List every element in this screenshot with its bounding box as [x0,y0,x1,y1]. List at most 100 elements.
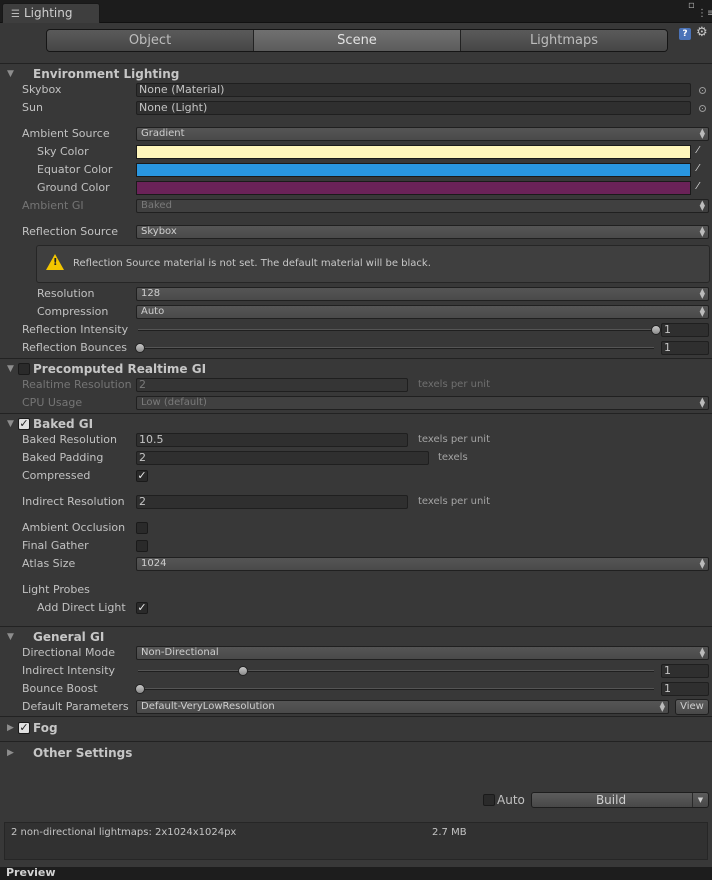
lightmap-status-box: 2 non-directional lightmaps: 2x1024x1024… [4,822,708,860]
dropdown-arrows-icon: ▲ ▼ [659,700,665,713]
tab-object[interactable]: Object [47,30,254,51]
compression-dropdown[interactable]: Auto ▲ ▼ [136,305,709,319]
baked-gi-header[interactable]: Baked GI [33,417,93,431]
realtime-gi-header[interactable]: Precomputed Realtime GI [33,362,206,376]
build-options-dropdown-icon[interactable]: ▼ [692,793,708,807]
lightmaps-size: 2.7 MB [432,827,467,838]
bounce-boost-slider[interactable] [138,688,654,690]
baked-resolution-label: Baked Resolution [22,433,117,446]
warning-icon: ! [46,254,64,270]
warning-helpbox: ! Reflection Source material is not set.… [36,245,710,283]
ambient-occlusion-checkbox[interactable] [136,522,148,534]
atlas-size-dropdown[interactable]: 1024 ▲ ▼ [136,557,709,571]
texels-per-unit-label: texels per unit [418,434,490,445]
reflection-bounces-input[interactable]: 1 [661,341,709,355]
warning-text: Reflection Source material is not set. T… [73,258,431,269]
gear-icon[interactable]: ⚙ [696,26,708,40]
baked-padding-input[interactable]: 2 [136,451,429,465]
other-settings-header[interactable]: Other Settings [33,746,132,760]
dropdown-arrows-icon: ▲ ▼ [699,287,705,300]
collapse-triangle-icon[interactable]: ▼ [7,67,14,81]
dropdown-arrows-icon: ▲ ▼ [699,305,705,318]
fog-header[interactable]: Fog [33,721,58,735]
window-titlebar [0,0,712,23]
directional-mode-label: Directional Mode [22,646,115,659]
slider-thumb[interactable] [651,325,661,335]
sun-field[interactable]: None (Light) [136,101,691,115]
lightmaps-summary: 2 non-directional lightmaps: 2x1024x1024… [11,827,237,838]
slider-thumb[interactable] [135,343,145,353]
dropdown-arrows-icon: ▲ ▼ [699,199,705,212]
general-gi-header[interactable]: General GI [33,630,104,644]
indirect-intensity-input[interactable]: 1 [661,664,709,678]
lighting-window-tab[interactable]: ☰ Lighting [2,3,100,23]
sun-label: Sun [22,101,43,114]
indirect-intensity-slider[interactable] [138,670,654,672]
build-button[interactable]: Build ▼ [531,792,709,808]
texels-per-unit-label: texels per unit [418,379,490,390]
light-probes-label: Light Probes [22,583,90,596]
eyedropper-icon[interactable]: ⁄ [697,145,707,157]
view-button[interactable]: View [675,699,709,715]
reflection-intensity-slider[interactable] [138,329,654,331]
tab-lightmaps[interactable]: Lightmaps [461,30,667,51]
directional-mode-dropdown[interactable]: Non-Directional ▲ ▼ [136,646,709,660]
reflection-source-dropdown[interactable]: Skybox ▲ ▼ [136,225,709,239]
eyedropper-icon[interactable]: ⁄ [697,181,707,193]
realtime-gi-checkbox[interactable] [18,363,30,375]
resolution-dropdown[interactable]: 128 ▲ ▼ [136,287,709,301]
expand-triangle-icon[interactable]: ▶ [7,721,14,735]
realtime-resolution-input: 2 [136,378,408,392]
baked-resolution-input[interactable]: 10.5 [136,433,408,447]
collapse-triangle-icon[interactable]: ▼ [7,417,14,431]
object-picker-icon[interactable] [699,105,706,112]
compressed-checkbox[interactable]: ✓ [136,470,148,482]
compression-label: Compression [37,305,109,318]
dropdown-arrows-icon: ▲ ▼ [699,225,705,238]
window-menu-icon[interactable]: ⋮≡ [697,9,712,19]
reflection-bounces-slider[interactable] [138,347,654,349]
object-picker-icon[interactable] [699,87,706,94]
baked-gi-checkbox[interactable]: ✓ [18,418,30,430]
section-divider [0,63,712,64]
sky-color-swatch[interactable] [136,145,691,159]
reflection-intensity-label: Reflection Intensity [22,323,129,336]
ground-color-label: Ground Color [37,181,110,194]
fog-checkbox[interactable]: ✓ [18,722,30,734]
indirect-resolution-label: Indirect Resolution [22,495,125,508]
add-direct-light-checkbox[interactable]: ✓ [136,602,148,614]
maximize-icon[interactable]: ▫ [688,1,695,11]
equator-color-label: Equator Color [37,163,113,176]
skybox-label: Skybox [22,83,62,96]
slider-thumb[interactable] [135,684,145,694]
realtime-resolution-label: Realtime Resolution [22,378,132,391]
expand-triangle-icon[interactable]: ▶ [7,746,14,760]
ambient-source-label: Ambient Source [22,127,110,140]
reflection-bounces-label: Reflection Bounces [22,341,127,354]
skybox-field[interactable]: None (Material) [136,83,691,97]
auto-checkbox[interactable] [483,794,495,806]
bounce-boost-label: Bounce Boost [22,682,98,695]
help-icon[interactable]: ? [679,28,691,40]
bounce-boost-input[interactable]: 1 [661,682,709,696]
build-label: Build [595,793,627,807]
section-divider [0,716,712,717]
baked-padding-label: Baked Padding [22,451,104,464]
ground-color-swatch[interactable] [136,181,691,195]
dropdown-arrows-icon: ▲ ▼ [699,396,705,409]
tab-scene[interactable]: Scene [254,30,461,51]
environment-lighting-header[interactable]: Environment Lighting [33,67,179,81]
ambient-gi-label: Ambient GI [22,199,84,212]
ambient-source-dropdown[interactable]: Gradient ▲ ▼ [136,127,709,141]
final-gather-checkbox[interactable] [136,540,148,552]
indirect-resolution-input[interactable]: 2 [136,495,408,509]
collapse-triangle-icon[interactable]: ▼ [7,362,14,376]
equator-color-swatch[interactable] [136,163,691,177]
reflection-intensity-input[interactable]: 1 [661,323,709,337]
default-parameters-dropdown[interactable]: Default-VeryLowResolution ▲ ▼ [136,700,669,714]
default-parameters-label: Default Parameters [22,700,129,713]
preview-header[interactable]: Preview [0,867,712,880]
ambient-occlusion-label: Ambient Occlusion [22,521,126,534]
eyedropper-icon[interactable]: ⁄ [697,163,707,175]
collapse-triangle-icon[interactable]: ▼ [7,630,14,644]
